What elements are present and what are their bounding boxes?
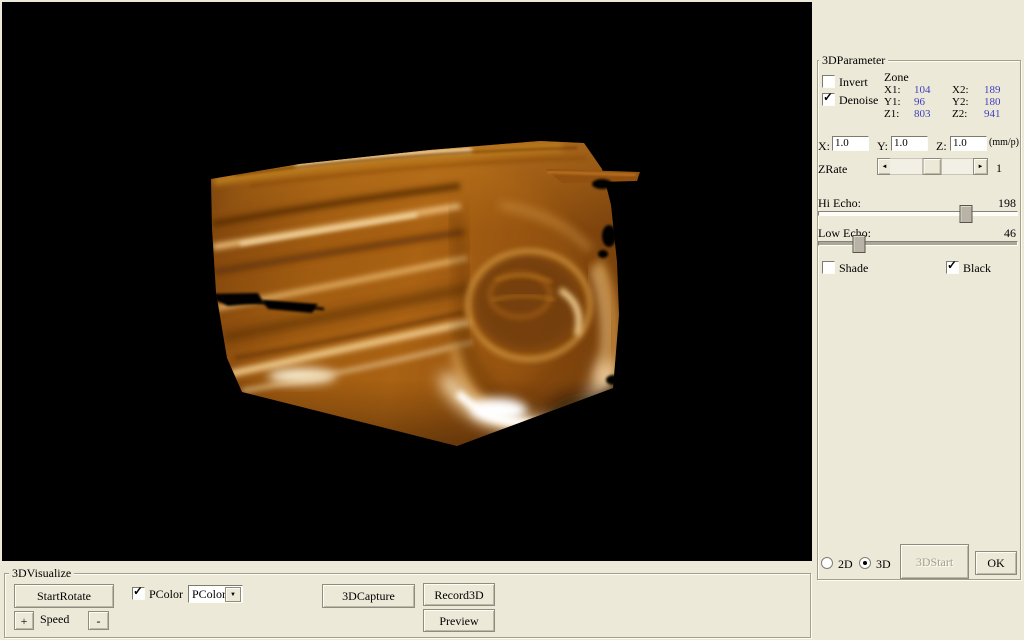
preview-button[interactable]: Preview [423,609,495,632]
pcolor-dropdown-value: PColor [192,587,226,601]
speed-minus-button[interactable]: - [88,611,109,630]
zone-z1-value: 803 [914,108,931,120]
low-echo-slider-track[interactable] [818,241,1018,246]
mode-2d-radio[interactable] [821,557,833,569]
start-rotate-button[interactable]: StartRotate [14,584,114,608]
record-3d-button[interactable]: Record3D [423,583,495,606]
black-checkbox[interactable]: ✓ [946,261,959,274]
x-scale-label: X: [818,140,830,152]
shade-checkbox[interactable] [822,261,835,274]
ok-button[interactable]: OK [975,551,1017,575]
dropdown-arrow-button[interactable]: ▼ [225,587,241,602]
hi-echo-label: Hi Echo: [818,197,861,209]
shade-label: Shade [839,262,868,274]
ultrasound-volume-render [2,2,812,561]
invert-checkbox[interactable] [822,75,835,88]
zone-y2-value: 180 [984,96,1001,108]
hi-echo-slider-track[interactable] [818,211,1018,216]
zrate-scrollbar-track[interactable] [890,158,975,175]
zone-label: Zone [884,71,909,83]
visualize-group-label: 3DVisualize [9,567,74,579]
zone-y2-label: Y2: [952,96,969,108]
zrate-label: ZRate [818,163,847,175]
hi-echo-slider-thumb[interactable] [959,205,972,223]
denoise-checkbox[interactable]: ✓ [822,93,835,106]
check-icon: ✓ [133,585,143,597]
top-edge-sliver [546,169,640,183]
voxel-unit-label: (mm/p) [989,137,1019,149]
scroll-right-icon: ► [978,164,984,170]
mode-3d-radio[interactable] [859,557,871,569]
zone-z2-label: Z2: [952,108,967,120]
speed-label: Speed [40,613,69,625]
low-echo-value: 46 [978,227,1016,239]
scroll-right-button[interactable]: ► [973,158,988,175]
speed-plus-button[interactable]: + [14,611,34,630]
zone-x1-value: 104 [914,84,931,96]
mode-2d-label: 2D [838,558,853,570]
zrate-scrollbar-thumb[interactable] [922,158,941,175]
hi-echo-value: 198 [978,197,1016,209]
mode-3d-label: 3D [876,558,891,570]
start-3d-button: 3DStart [900,544,969,579]
zrate-value: 1 [996,162,1002,174]
pcolor-dropdown[interactable]: PColor ▼ [188,585,243,603]
zrate-scrollbar[interactable]: ◄ ► [877,158,988,173]
pcolor-checkbox[interactable]: ✓ [132,587,145,600]
zone-z2-value: 941 [984,108,1001,120]
z-scale-input[interactable] [950,136,987,151]
check-icon: ✓ [947,259,957,271]
denoise-label: Denoise [839,94,878,106]
zone-z1-label: Z1: [884,108,899,120]
zone-y1-value: 96 [914,96,925,108]
invert-label: Invert [839,76,868,88]
capture-3d-button[interactable]: 3DCapture [322,584,415,608]
chevron-down-icon: ▼ [230,592,236,598]
3d-viewport[interactable] [2,2,812,561]
black-label: Black [963,262,991,274]
pcolor-checkbox-label: PColor [149,588,183,600]
x-scale-input[interactable] [832,136,869,151]
y-scale-label: Y: [877,140,888,152]
scroll-left-icon: ◄ [882,164,888,170]
application-window: 3DParameter Invert ✓ Denoise Zone X1: 10… [0,0,1024,640]
zone-y1-label: Y1: [884,96,901,108]
parameter-group-label: 3DParameter [819,54,888,66]
z-scale-label: Z: [936,140,947,152]
zone-x2-label: X2: [952,84,969,96]
y-scale-input[interactable] [891,136,928,151]
radio-dot-icon [863,561,867,565]
low-echo-slider-thumb[interactable] [852,235,865,253]
check-icon: ✓ [823,91,833,103]
zone-x2-value: 189 [984,84,1001,96]
zone-x1-label: X1: [884,84,901,96]
